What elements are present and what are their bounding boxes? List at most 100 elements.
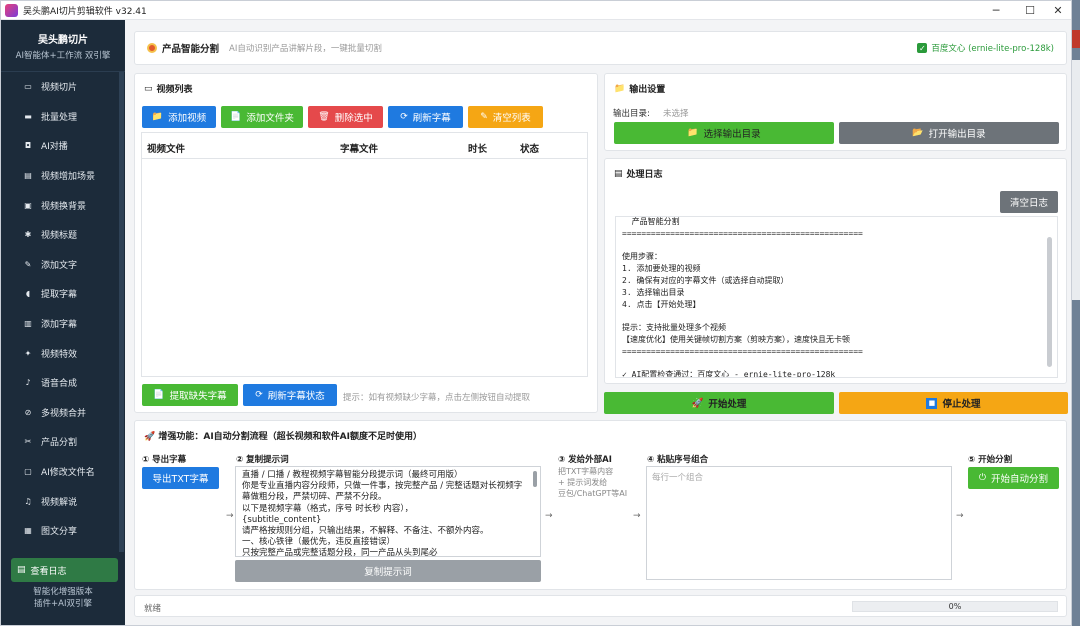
sidebar-footer: 智能化增强版本 插件+AI双引擎: [1, 586, 125, 610]
prompt-line: 一、核心铁律（最优先，违反直接错误）: [242, 537, 396, 548]
sidebar-item-5[interactable]: ✱ 视频标题: [1, 220, 119, 250]
progress-bar: 0%: [852, 601, 1058, 612]
sidebar-item-label: AI对播: [41, 142, 68, 153]
clear-log-label: 清空日志: [1009, 198, 1048, 209]
background-element: [1072, 60, 1080, 300]
power-icon: ⏻: [978, 473, 987, 483]
check-icon: ✓: [917, 43, 928, 53]
column-duration[interactable]: 时长: [468, 141, 487, 155]
output-settings-title: 📁 输出设置: [614, 82, 666, 96]
sidebar-item-4[interactable]: ▣ 视频换背景: [1, 190, 119, 220]
sidebar-item-label: 图文分享: [41, 527, 78, 538]
sidebar-item-11[interactable]: ⊘ 多视频合并: [1, 398, 119, 428]
log-output[interactable]: 产品智能分割 ==================================…: [615, 216, 1058, 378]
sidebar-item-12[interactable]: ✂ 产品分割: [1, 427, 119, 457]
video-list-icon: ▭: [144, 83, 153, 94]
sidebar-item-0[interactable]: ▭ 视频切片: [1, 72, 119, 102]
log-line: 2. 确保有对应的字幕文件（或选择自动提取）: [622, 275, 789, 285]
log-line: 3. 选择输出目录: [622, 287, 685, 297]
folder-icon: 📁: [687, 128, 699, 138]
sidebar-item-6[interactable]: ✎ 添加文字: [1, 250, 119, 280]
prompt-textarea[interactable]: 直播 / 口播 / 教程视频字幕智能分段提示词（最终可用版） 你是专业直播内容分段…: [235, 466, 541, 557]
star-icon: ✦: [24, 348, 32, 358]
video-table[interactable]: 视频文件 字幕文件 时长 状态: [141, 132, 588, 377]
sidebar-item-15[interactable]: ▦ 图文分享: [1, 516, 119, 546]
column-video-file[interactable]: 视频文件: [147, 141, 185, 155]
add-video-button[interactable]: 📁 添加视频: [142, 106, 216, 128]
sidebar-item-10[interactable]: ♪ 语音合成: [1, 368, 119, 398]
add-folder-button[interactable]: 📄 添加文件夹: [221, 106, 303, 128]
page-header: 产品智能分割 AI自动识别产品讲解片段，一键批量切割 ✓ 百度文心 (ernie…: [134, 31, 1067, 65]
sidebar-item-1[interactable]: ▬ 批量处理: [1, 102, 119, 132]
film-icon: ▤: [24, 171, 32, 181]
sidebar-item-7[interactable]: ◖ 提取字幕: [1, 279, 119, 309]
sidebar-item-2[interactable]: ◘ AI对播: [1, 131, 119, 161]
link-icon: ⊘: [24, 407, 32, 417]
rocket-icon: 🚀: [144, 432, 156, 442]
video-list-title: ▭ 视频列表: [144, 82, 193, 96]
log-title: ▤ 处理日志: [614, 167, 663, 181]
open-output-dir-button[interactable]: 📂 打开输出目录: [839, 122, 1059, 144]
export-txt-button[interactable]: 导出TXT字幕: [142, 467, 219, 489]
status-text: 就绪: [144, 604, 162, 614]
add-video-label: 添加视频: [168, 113, 207, 124]
column-status[interactable]: 状态: [520, 141, 539, 155]
prompt-line: {subtitle_content}: [242, 514, 322, 525]
log-scrollbar[interactable]: [1047, 237, 1052, 367]
sidebar-item-13[interactable]: ▢ AI修改文件名: [1, 457, 119, 487]
ai-model-label: 百度文心 (ernie-lite-pro-128k): [931, 44, 1054, 54]
progress-label: 0%: [948, 602, 962, 611]
delete-selected-button[interactable]: 🗑 删除选中: [308, 106, 383, 128]
prompt-scrollbar[interactable]: [533, 471, 537, 487]
start-processing-button[interactable]: 🚀 开始处理: [604, 392, 834, 414]
sidebar-item-label: 视频解说: [41, 497, 78, 508]
log-line: 1. 添加要处理的视频: [622, 264, 701, 274]
paste-combination-textarea[interactable]: [646, 466, 952, 580]
copy-prompt-button[interactable]: 复制提示词: [235, 560, 541, 582]
close-icon[interactable]: ✕: [1041, 1, 1071, 20]
start-auto-split-button[interactable]: ⏻ 开始自动分割: [968, 467, 1059, 489]
sidebar-item-9[interactable]: ✦ 视频特效: [1, 338, 119, 368]
clear-log-button[interactable]: 清空日志: [1000, 191, 1058, 213]
prompt-text: 直播 / 口播 / 教程视频字幕智能分段提示词（最终可用版） 你是专业直播内容分段…: [242, 470, 523, 556]
output-dir-value: 未选择: [663, 109, 689, 119]
sidebar-item-label: 批量处理: [41, 112, 78, 123]
refresh-subtitle-status-button[interactable]: ⟳ 刷新字幕状态: [243, 384, 337, 406]
log-line: 4. 点击【开始处理】: [622, 299, 701, 309]
sidebar-brand: 吴头鹏切片 AI智能体+工作流 双引擎: [1, 20, 125, 72]
copy-prompt-label: 复制提示词: [364, 567, 412, 578]
window-title: 吴头鹏AI切片剪辑软件 v32.41: [23, 6, 147, 17]
ai-model-checkbox[interactable]: ✓ 百度文心 (ernie-lite-pro-128k): [917, 42, 1054, 54]
folder-icon: ▬: [24, 111, 32, 121]
broom-icon: ✎: [480, 112, 488, 122]
view-log-label: 查看日志: [30, 566, 67, 577]
view-log-button[interactable]: ▤ 查看日志: [11, 558, 118, 582]
app-window: 吴头鹏AI切片剪辑软件 v32.41 ─ ☐ ✕ 吴头鹏切片 AI智能体+工作流…: [0, 0, 1072, 626]
sidebar-item-14[interactable]: ♫ 视频解说: [1, 486, 119, 516]
video-list-title-text: 视频列表: [156, 85, 193, 95]
output-title-text: 输出设置: [629, 85, 666, 95]
extract-missing-subtitles-button[interactable]: 📄 提取缺失字幕: [142, 384, 238, 406]
note-icon: ▥: [24, 319, 32, 329]
document-icon: 📄: [153, 390, 165, 400]
sidebar-item-3[interactable]: ▤ 视频增加场景: [1, 161, 119, 191]
refresh-subtitles-button[interactable]: ⟳ 刷新字幕: [388, 106, 463, 128]
log-title-text: 处理日志: [626, 170, 663, 180]
sidebar-item-label: 视频特效: [41, 349, 78, 360]
rocket-icon: 🚀: [691, 397, 704, 409]
column-subtitle-file[interactable]: 字幕文件: [340, 141, 378, 155]
footer-line-2: 插件+AI双引擎: [34, 599, 92, 609]
sidebar-scrollbar[interactable]: [119, 72, 124, 552]
select-output-dir-button[interactable]: 📁 选择输出目录: [614, 122, 834, 144]
minimize-icon[interactable]: ─: [979, 1, 1013, 20]
folder-icon: 📁: [614, 83, 626, 94]
sidebar-item-8[interactable]: ▥ 添加字幕: [1, 309, 119, 339]
stop-processing-button[interactable]: ■ 停止处理: [839, 392, 1068, 414]
log-line: ========================================…: [622, 346, 863, 356]
refresh-status-label: 刷新字幕状态: [267, 391, 325, 402]
start-auto-split-label: 开始自动分割: [991, 474, 1049, 485]
prompt-line: 你是专业直播内容分段师，只做一件事，按完整产品 / 完整话题对长视频字: [242, 481, 523, 492]
clear-list-button[interactable]: ✎ 清空列表: [468, 106, 543, 128]
delete-selected-label: 删除选中: [334, 113, 373, 124]
